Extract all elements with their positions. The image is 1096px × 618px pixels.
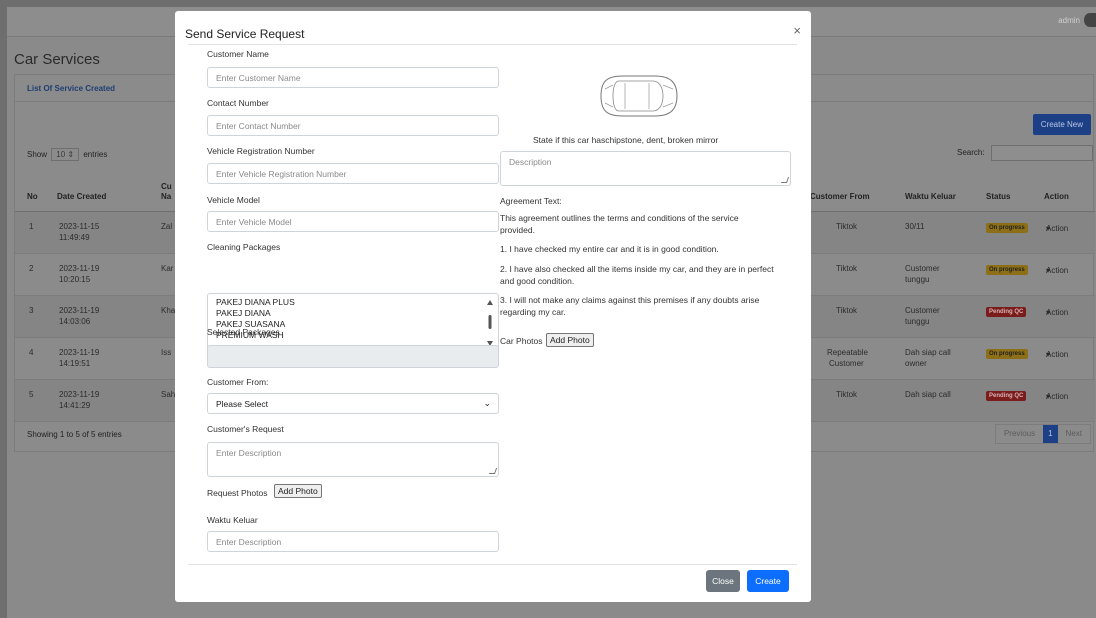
action-dropdown[interactable]: Action ▾ <box>1046 392 1068 401</box>
table-row: Tiktok Customer tunggu On progress Actio… <box>808 254 1095 296</box>
status-badge: On progress <box>986 349 1028 359</box>
agreement-item: 1. I have checked my entire car and it i… <box>500 244 719 254</box>
vehicle-model-input[interactable]: Enter Vehicle Model <box>207 211 499 232</box>
car-description-textarea[interactable]: Description <box>500 151 791 186</box>
modal-body: Customer Name Enter Customer Name Contac… <box>188 44 797 565</box>
vehicle-registration-input[interactable]: Enter Vehicle Registration Number <box>207 163 499 184</box>
car-photos-label: Car Photos <box>500 336 543 346</box>
car-diagram-icon <box>600 75 678 117</box>
agreement-item: 2. I have also checked all the items ins… <box>500 264 774 274</box>
table-row: Tiktok Customer tunggu Pending QC Action… <box>808 296 1095 338</box>
showing-info: Showing 1 to 5 of 5 entries <box>27 430 122 439</box>
entries-label: entries <box>83 150 108 159</box>
page-title: Car Services <box>14 51 100 68</box>
request-photos-label: Request Photos <box>207 488 268 498</box>
avatar[interactable] <box>1084 13 1096 27</box>
create-button[interactable]: Create <box>747 570 789 592</box>
modal-title: Send Service Request <box>185 27 305 41</box>
col-no[interactable]: No <box>27 192 38 201</box>
vehicle-model-label: Vehicle Model <box>207 195 260 205</box>
table-row: 5 2023-11-19 14:41:29 Sah <box>15 380 175 422</box>
package-option[interactable]: PAKEJ DIANA <box>216 308 490 319</box>
car-add-photo-button[interactable]: Add Photo <box>546 333 594 347</box>
create-new-button[interactable]: Create New <box>1032 114 1091 135</box>
cleaning-packages-listbox[interactable]: PAKEJ DIANA PLUS PAKEJ DIANA PAKEJ SUASA… <box>207 293 499 351</box>
entries-value: 10 <box>56 150 66 159</box>
agreement-intro: provided. <box>500 225 535 235</box>
user-label[interactable]: admin <box>1058 16 1080 25</box>
action-dropdown[interactable]: Action ▾ <box>1046 308 1068 317</box>
chevron-down-icon: ⌄ <box>483 398 491 408</box>
table-right: Customer From Waktu Keluar Status Action… <box>808 170 1095 422</box>
table-row: 3 2023-11-19 14:03:06 Kha <box>15 296 175 338</box>
agreement-intro: This agreement outlines the terms and co… <box>500 213 739 223</box>
customer-from-value: Please Select <box>216 399 268 409</box>
contact-number-input[interactable]: Enter Contact Number <box>207 115 499 136</box>
show-label: Show <box>27 150 48 159</box>
status-badge: Pending QC <box>986 391 1027 401</box>
table-left: No Date Created Cu Na 1 2023-11-15 11:49:4… <box>15 170 175 422</box>
table-header: Customer From Waktu Keluar Status Action <box>808 170 1095 212</box>
pagination: Previous 1 Next <box>994 424 1091 444</box>
search-label: Search: <box>957 148 985 157</box>
search-input[interactable] <box>991 145 1093 161</box>
next-button[interactable]: Next <box>1058 425 1090 443</box>
send-service-request-modal: Send Service Request × Customer Name Ent… <box>175 11 811 602</box>
close-icon[interactable]: × <box>793 23 801 38</box>
close-button[interactable]: Close <box>706 570 740 592</box>
cleaning-packages-label: Cleaning Packages <box>207 242 281 252</box>
table-row: 1 2023-11-15 11:49:49 Zal <box>15 212 175 254</box>
listbox-scrollbar[interactable] <box>486 298 494 348</box>
customer-from-select[interactable]: Please Select ⌄ <box>207 393 499 414</box>
page-1-button[interactable]: 1 <box>1043 425 1058 443</box>
selected-packages-label: Selected Packages <box>207 327 280 337</box>
entries-select[interactable]: 10 ⇕ <box>51 148 80 161</box>
action-dropdown[interactable]: Action ▾ <box>1046 224 1068 233</box>
status-badge: On progress <box>986 265 1028 275</box>
customer-name-label: Customer Name <box>207 49 269 59</box>
table-row: 4 2023-11-19 14:19:51 Iss <box>15 338 175 380</box>
agreement-item: and good condition. <box>500 276 575 286</box>
package-option[interactable]: PAKEJ DIANA PLUS <box>216 297 490 308</box>
col-waktu-keluar[interactable]: Waktu Keluar <box>905 192 956 201</box>
contact-number-label: Contact Number <box>207 98 269 108</box>
action-dropdown[interactable]: Action ▾ <box>1046 350 1068 359</box>
customer-name-input[interactable]: Enter Customer Name <box>207 67 499 88</box>
show-entries: Show 10 ⇕ entries <box>27 148 107 161</box>
car-state-text: State if this car haschipstone, dent, br… <box>533 135 719 145</box>
previous-button[interactable]: Previous <box>996 425 1043 443</box>
table-row: 2 2023-11-19 10:20:15 Kar <box>15 254 175 296</box>
col-customer-from[interactable]: Customer From <box>810 192 870 201</box>
table-row: Tiktok 30/11 On progress Action ▾ <box>808 212 1095 254</box>
customer-request-textarea[interactable]: Enter Description <box>207 442 499 477</box>
waktu-keluar-label: Waktu Keluar <box>207 515 258 525</box>
customer-from-label: Customer From: <box>207 377 269 387</box>
waktu-keluar-input[interactable]: Enter Description <box>207 531 499 552</box>
action-dropdown[interactable]: Action ▾ <box>1046 266 1068 275</box>
table-header: No Date Created Cu Na <box>15 170 175 212</box>
agreement-item: 3. I will not make any claims against th… <box>500 295 760 305</box>
vehicle-registration-label: Vehicle Registration Number <box>207 146 315 156</box>
table-row: Tiktok Dah siap call Pending QC Action ▾ <box>808 380 1095 422</box>
table-row: Repeatable Customer Dah siap call owner … <box>808 338 1095 380</box>
col-action: Action <box>1044 192 1069 201</box>
customer-request-label: Customer's Request <box>207 424 284 434</box>
request-add-photo-button[interactable]: Add Photo <box>274 484 322 498</box>
status-badge: On progress <box>986 223 1028 233</box>
selected-packages-field <box>207 345 499 368</box>
agreement-item: regarding my car. <box>500 307 566 317</box>
col-customer-name[interactable]: Cu Na <box>161 182 175 202</box>
col-status[interactable]: Status <box>986 192 1010 201</box>
status-badge: Pending QC <box>986 307 1027 317</box>
col-date[interactable]: Date Created <box>57 192 106 201</box>
agreement-title: Agreement Text: <box>500 196 562 206</box>
